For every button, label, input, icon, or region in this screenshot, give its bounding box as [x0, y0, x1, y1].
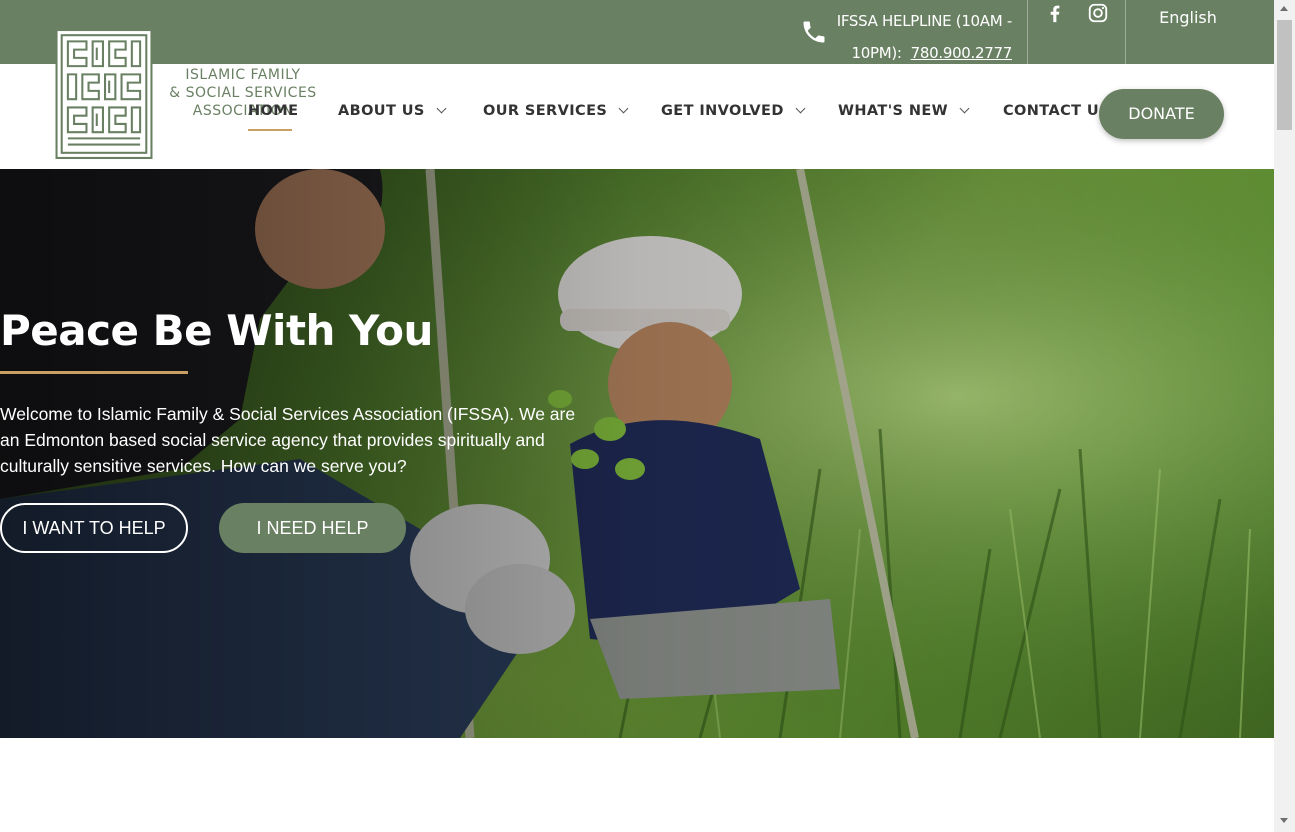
ifssa-logo-mark[interactable] — [54, 29, 154, 159]
logo-line-2: & SOCIAL SERVICES — [169, 85, 317, 101]
scrollbar-thumb[interactable] — [1277, 20, 1292, 130]
nav-services-label: OUR SERVICES — [483, 103, 608, 119]
phone-icon — [803, 21, 825, 43]
chevron-down-icon — [959, 103, 970, 114]
nav-about-us[interactable]: ABOUT US — [338, 103, 447, 129]
hero-title-underline — [0, 371, 188, 374]
vertical-scrollbar[interactable] — [1274, 0, 1295, 832]
nav-our-services[interactable]: OUR SERVICES — [483, 103, 629, 129]
i-want-to-help-button[interactable]: I WANT TO HELP — [0, 503, 188, 553]
nav-about-label: ABOUT US — [338, 103, 425, 119]
nav-contact-label: CONTACT US — [1003, 103, 1110, 119]
helpline-phone-link[interactable]: 780.900.2777 — [911, 44, 1013, 62]
logo-text[interactable]: ISLAMIC FAMILY & SOCIAL SERVICES ASSOCIA… — [158, 66, 328, 120]
helpline-text: IFSSA HELPLINE (10AM - 10PM): 780.900.27… — [830, 5, 1013, 69]
helpline: IFSSA HELPLINE (10AM - 10PM): 780.900.27… — [800, 0, 1014, 64]
top-bar: IFSSA HELPLINE (10AM - 10PM): 780.900.27… — [0, 0, 1274, 64]
nav-home[interactable]: HOME — [248, 103, 298, 129]
nav-involved-label: GET INVOLVED — [661, 103, 784, 119]
hero-banner: Peace Be With You Welcome to Islamic Fam… — [0, 169, 1274, 738]
i-need-help-button[interactable]: I NEED HELP — [219, 503, 406, 553]
nav-news-label: WHAT'S NEW — [838, 103, 949, 119]
scroll-down-arrow-icon[interactable] — [1280, 818, 1288, 823]
instagram-icon[interactable] — [1087, 2, 1109, 24]
nav-active-indicator — [248, 129, 292, 131]
nav-contact-us[interactable]: CONTACT US — [1003, 103, 1110, 129]
hero-description: Welcome to Islamic Family & Social Servi… — [0, 404, 576, 476]
nav-whats-new[interactable]: WHAT'S NEW — [838, 103, 970, 129]
language-selector[interactable]: English — [1126, 0, 1250, 36]
facebook-icon[interactable] — [1044, 2, 1066, 24]
scroll-up-arrow-icon[interactable] — [1280, 6, 1288, 11]
logo-line-1: ISLAMIC FAMILY — [185, 67, 301, 83]
chevron-down-icon — [618, 103, 629, 114]
chevron-down-icon — [795, 103, 806, 114]
chevron-down-icon — [436, 103, 447, 114]
nav-home-label: HOME — [248, 103, 299, 119]
hero-title: Peace Be With You — [0, 306, 433, 355]
donate-button[interactable]: DONATE — [1099, 89, 1224, 139]
divider — [1027, 0, 1028, 64]
logo-line-3: ASSOCIATION — [192, 103, 294, 119]
nav-get-involved[interactable]: GET INVOLVED — [661, 103, 806, 129]
